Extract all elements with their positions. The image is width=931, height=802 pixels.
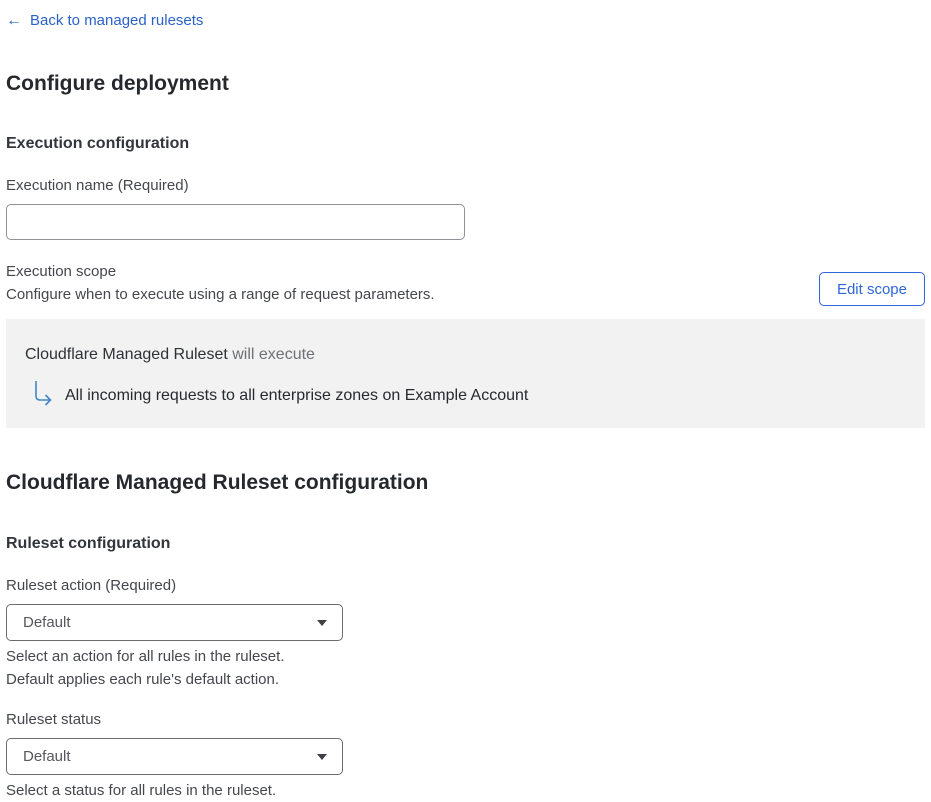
- execution-configuration-heading: Execution configuration: [6, 135, 190, 152]
- ruleset-status-help: Select a status for all rules in the rul…: [6, 782, 277, 799]
- ruleset-status-select[interactable]: Default: [6, 738, 343, 775]
- ruleset-action-help-1: Select an action for all rules in the ru…: [6, 648, 285, 665]
- execution-scope-row: Execution scope Configure when to execut…: [6, 262, 925, 306]
- ruleset-action-value: Default: [23, 614, 71, 631]
- back-link-label: Back to managed rulesets: [30, 12, 204, 29]
- dropdown-caret-icon: [317, 753, 327, 760]
- scope-detail-text: All incoming requests to all enterprise …: [65, 387, 529, 404]
- execute-summary-panel: Cloudflare Managed Ruleset will execute …: [6, 319, 925, 428]
- execution-scope-label: Execution scope: [6, 263, 117, 280]
- edit-scope-button[interactable]: Edit scope: [818, 272, 925, 306]
- page-title: Configure deployment: [6, 72, 229, 95]
- ruleset-name-text: Cloudflare Managed Ruleset: [25, 346, 228, 363]
- will-execute-text: will execute: [227, 346, 315, 363]
- execute-summary-line: Cloudflare Managed Ruleset will execute: [25, 344, 905, 366]
- ruleset-action-select[interactable]: Default: [6, 604, 343, 641]
- ruleset-action-label: Ruleset action (Required): [6, 577, 177, 594]
- configure-deployment-page: ← Back to managed rulesets Configure dep…: [0, 0, 931, 802]
- dropdown-caret-icon: [317, 619, 327, 626]
- ruleset-status-label: Ruleset status: [6, 711, 102, 728]
- return-arrow-icon: [32, 380, 54, 407]
- back-to-managed-rulesets-link[interactable]: ← Back to managed rulesets: [6, 10, 203, 31]
- execution-scope-text: Execution scope Configure when to execut…: [6, 262, 435, 306]
- execution-name-input[interactable]: [6, 204, 465, 240]
- execution-scope-description: Configure when to execute using a range …: [6, 286, 435, 303]
- ruleset-status-value: Default: [23, 748, 71, 765]
- ruleset-configuration-title: Cloudflare Managed Ruleset configuration: [6, 471, 429, 494]
- back-arrow-icon: ←: [6, 12, 22, 29]
- ruleset-configuration-heading: Ruleset configuration: [6, 535, 171, 552]
- execute-scope-detail-line: All incoming requests to all enterprise …: [25, 380, 905, 407]
- execution-name-label: Execution name (Required): [6, 177, 189, 194]
- ruleset-action-help-2: Default applies each rule's default acti…: [6, 671, 280, 688]
